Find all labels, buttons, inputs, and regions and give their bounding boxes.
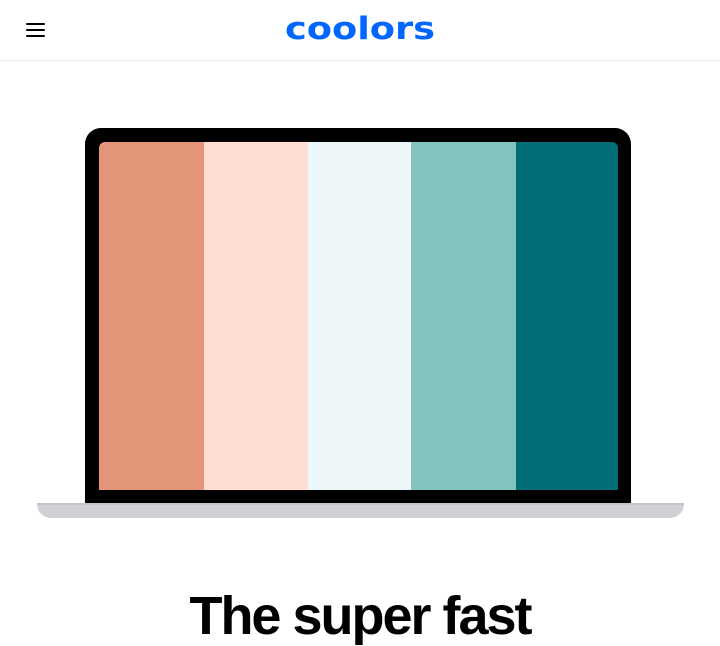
laptop-hinge [37,503,684,505]
color-swatch-4[interactable] [411,142,516,490]
color-swatch-3[interactable] [308,142,411,490]
color-swatch-1[interactable] [99,142,204,490]
laptop-illustration [0,0,720,640]
color-swatch-2[interactable] [204,142,308,490]
laptop-base [37,503,684,518]
color-swatch-5[interactable] [516,142,618,490]
hero-headline: The super fast [189,586,532,646]
palette-preview-screen[interactable] [99,142,618,490]
